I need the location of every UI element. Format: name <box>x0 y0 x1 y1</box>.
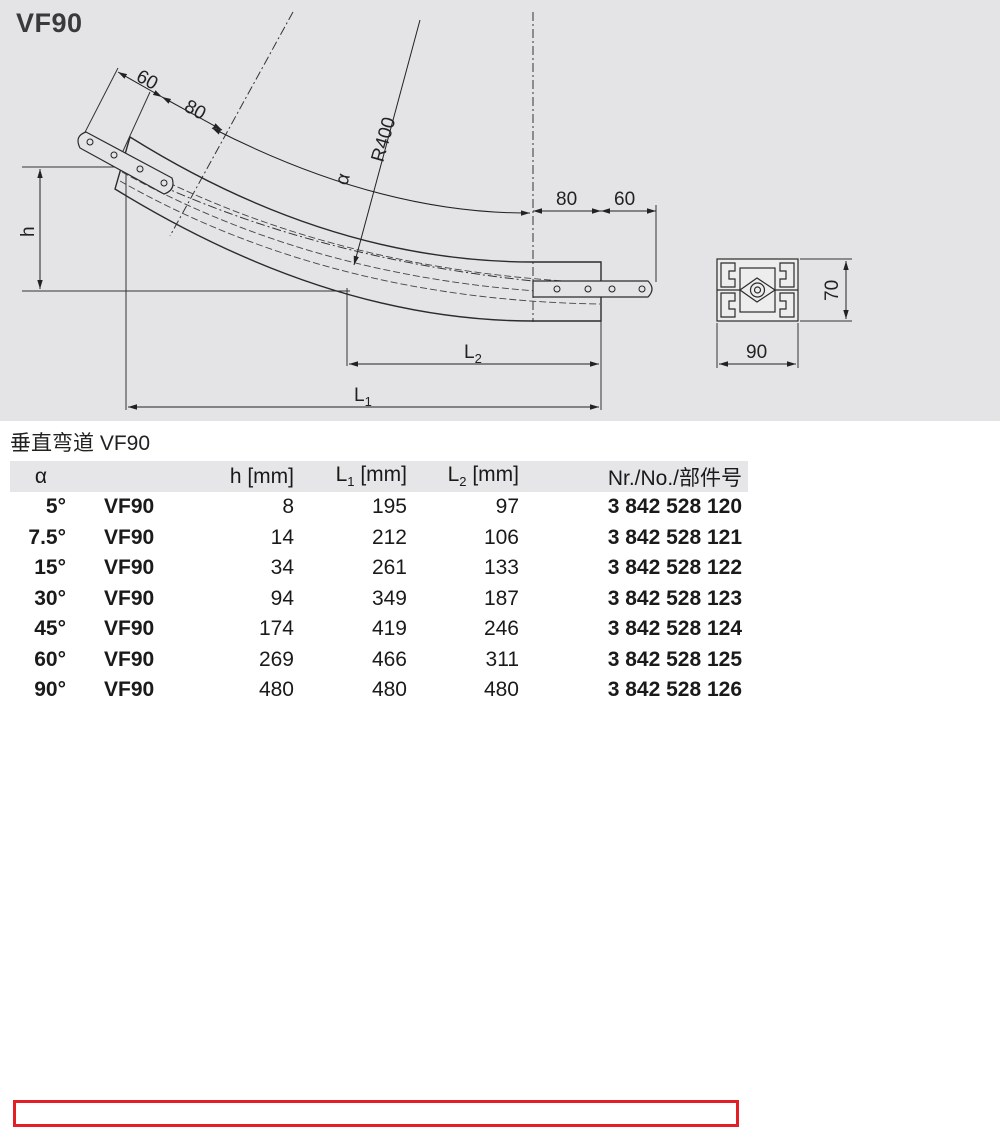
cell-l2: 97 <box>495 495 519 519</box>
dim-l2-label: L2 <box>464 342 482 366</box>
cell-l1: 195 <box>371 495 407 519</box>
cell-type: VF90 <box>104 617 155 641</box>
curved-profile <box>114 135 602 322</box>
dim-h-label: h <box>18 226 39 237</box>
cell-h: 480 <box>258 678 294 702</box>
header-type <box>72 461 172 492</box>
cell-type: VF90 <box>104 495 155 519</box>
cell-nr: 3 842 528 123 <box>607 586 742 610</box>
table-row: 15° VF90 34 261 133 3 842 528 122 <box>10 553 748 584</box>
dim-section-90-label: 90 <box>746 342 767 363</box>
table-panel: 垂直弯道 VF90 α h [mm] L1 [mm] L2 [mm] Nr./N… <box>0 421 752 1127</box>
dim-right-60-label: 60 <box>614 189 635 210</box>
spec-table: α h [mm] L1 [mm] L2 [mm] Nr./No./部件号 5° V… <box>10 461 748 706</box>
cell-nr: 3 842 528 125 <box>607 647 742 671</box>
cell-l1: 480 <box>371 678 407 702</box>
profile-cross-section <box>716 258 799 322</box>
cell-nr: 3 842 528 126 <box>607 678 742 702</box>
plate-holes <box>86 138 646 293</box>
cell-l1: 212 <box>371 525 407 549</box>
header-h: h [mm] <box>172 461 300 492</box>
table-row: 7.5° VF90 14 212 106 3 842 528 121 <box>10 523 748 554</box>
cell-l2: 480 <box>483 678 519 702</box>
cell-alpha: 90° <box>34 678 66 702</box>
cell-nr: 3 842 528 124 <box>607 617 742 641</box>
table-row: 45° VF90 174 419 246 3 842 528 124 <box>10 614 748 645</box>
radius-label: R400 <box>368 115 401 164</box>
cell-nr: 3 842 528 120 <box>607 495 742 519</box>
cell-l1: 349 <box>371 586 407 610</box>
cell-type: VF90 <box>104 678 155 702</box>
cell-l2: 246 <box>483 617 519 641</box>
cell-l2: 187 <box>483 586 519 610</box>
dim-section-70-label: 70 <box>822 280 843 301</box>
header-l2: L2 [mm] <box>413 461 525 492</box>
table-row: 30° VF90 94 349 187 3 842 528 123 <box>10 584 748 615</box>
table-body: 5° VF90 8 195 97 3 842 528 120 7.5° VF90 14 212 10… <box>10 492 748 706</box>
highlight-box <box>13 1100 739 1127</box>
dim-right-80-label: 80 <box>556 189 577 210</box>
header-alpha: α <box>10 461 72 492</box>
cell-h: 94 <box>270 586 294 610</box>
cell-l1: 419 <box>371 617 407 641</box>
table-row: 5° VF90 8 195 97 3 842 528 120 <box>10 492 748 523</box>
table-row: 90° VF90 480 480 480 3 842 528 126 <box>10 675 748 706</box>
technical-drawing: R400 α 60 80 80 60 h L2 L1 70 90 <box>18 11 852 410</box>
cell-l2: 133 <box>483 556 519 580</box>
cell-l2: 106 <box>483 525 519 549</box>
dim-l1-label: L1 <box>354 385 372 409</box>
header-l1: L1 [mm] <box>300 461 413 492</box>
table-caption: 垂直弯道 VF90 <box>10 432 151 455</box>
cell-type: VF90 <box>104 525 155 549</box>
cell-h: 269 <box>258 647 294 671</box>
cell-l1: 466 <box>371 647 407 671</box>
cell-type: VF90 <box>104 647 155 671</box>
dim-top-60-label: 60 <box>133 66 162 95</box>
header-nr: Nr./No./部件号 <box>525 461 748 492</box>
cell-h: 174 <box>258 617 294 641</box>
table-header-row: α h [mm] L1 [mm] L2 [mm] Nr./No./部件号 <box>10 461 748 492</box>
cell-l2: 311 <box>485 647 519 671</box>
cell-h: 8 <box>282 495 294 519</box>
cell-alpha: 45° <box>34 617 66 641</box>
cell-alpha: 7.5° <box>28 525 66 549</box>
drawing-panel: VF90 R400 α 60 80 80 60 h L2 L1 70 90 <box>0 0 1000 421</box>
cell-h: 34 <box>270 556 294 580</box>
cell-nr: 3 842 528 121 <box>607 525 742 549</box>
cell-nr: 3 842 528 122 <box>607 556 742 580</box>
cell-type: VF90 <box>104 586 155 610</box>
cell-alpha: 30° <box>34 586 66 610</box>
cell-h: 14 <box>270 525 294 549</box>
cell-l1: 261 <box>371 556 407 580</box>
extension-lines <box>22 67 657 410</box>
table-row: 60° VF90 269 466 311 3 842 528 125 <box>10 645 748 676</box>
cell-alpha: 15° <box>34 556 66 580</box>
cell-alpha: 60° <box>34 647 66 671</box>
cell-alpha: 5° <box>45 495 66 519</box>
cell-type: VF90 <box>104 556 155 580</box>
